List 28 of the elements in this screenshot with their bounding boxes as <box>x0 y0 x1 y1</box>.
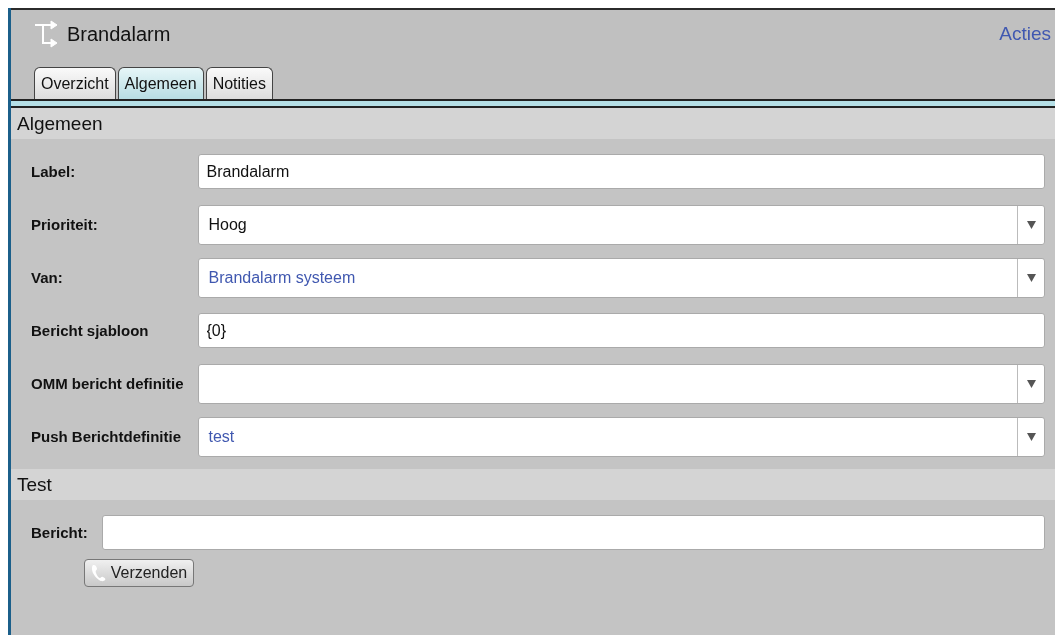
actions-link[interactable]: Acties <box>999 23 1051 45</box>
dropdown[interactable]: Hoog <box>197 204 1045 245</box>
field-label: Van: <box>31 269 64 286</box>
phone-icon <box>90 564 107 582</box>
field-label: Prioriteit: <box>31 216 99 233</box>
text-field[interactable] <box>101 515 1045 550</box>
tab[interactable]: Overzicht <box>34 67 116 99</box>
text-field[interactable]: Brandalarm <box>197 154 1045 189</box>
dropdown-caret-icon <box>1026 273 1036 282</box>
dropdown-caret-icon <box>1026 220 1036 229</box>
record-title: Brandalarm <box>67 22 171 46</box>
field-label: Bericht: <box>31 524 88 541</box>
field-label: Bericht sjabloon <box>31 322 150 339</box>
tab[interactable]: Algemeen <box>117 67 204 99</box>
dropdown[interactable]: test <box>197 416 1045 457</box>
tab[interactable]: Notities <box>205 67 273 99</box>
section-title: Algemeen <box>11 108 1055 139</box>
field-label: OMM bericht definitie <box>31 375 184 392</box>
flow-arrows-icon <box>33 19 59 49</box>
text-field[interactable]: {0} <box>197 313 1045 348</box>
field-label: Label: <box>31 163 77 180</box>
field-label: Push Berichtdefinitie <box>31 428 183 445</box>
dropdown[interactable] <box>197 363 1045 404</box>
dropdown[interactable]: Brandalarm systeem <box>197 257 1045 298</box>
dropdown-caret-icon <box>1026 432 1036 441</box>
send-button[interactable]: Verzenden <box>83 559 195 587</box>
dropdown-caret-icon <box>1026 379 1036 388</box>
section-title: Test <box>11 469 1055 500</box>
